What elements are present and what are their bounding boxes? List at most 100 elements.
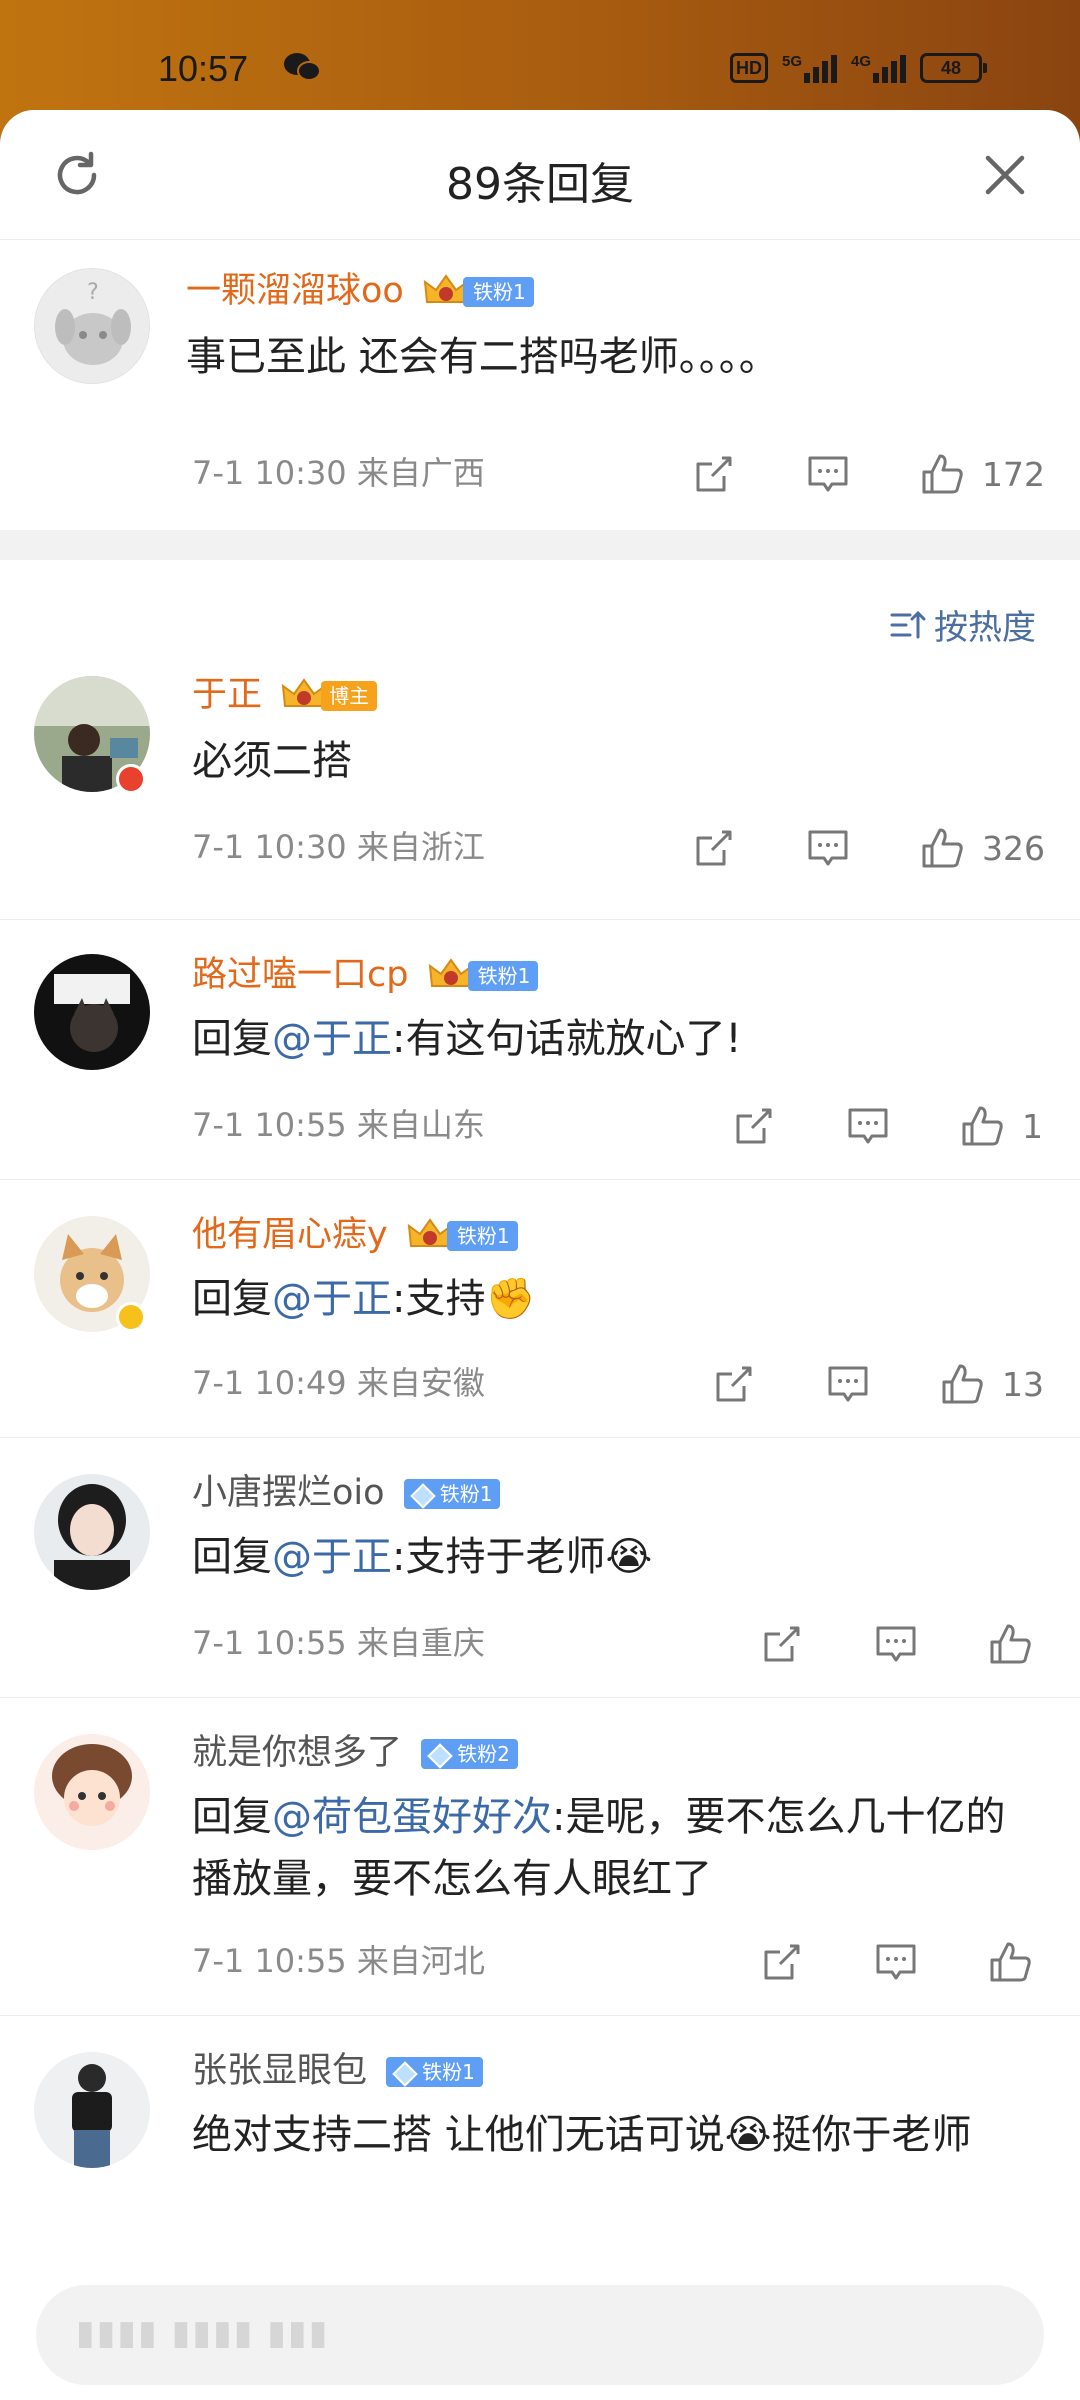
comment-icon[interactable] [846,1104,890,1148]
diamond-icon [392,2060,418,2087]
mention-link[interactable]: @于正 [272,1534,392,1580]
avatar[interactable]: ? [34,268,150,384]
signal-5g-icon: 5G [782,53,838,83]
comment-icon[interactable] [874,1622,918,1666]
replies-sheet: 89条回复 ? 一颗溜溜球oo 铁粉1 事已至此 还会有二搭吗老师。。。。 7-… [0,110,1080,2400]
share-icon[interactable] [692,452,736,496]
sheet-header: 89条回复 [0,110,1080,240]
like-icon[interactable] [988,1622,1032,1666]
hd-icon: HD [730,53,768,83]
share-icon[interactable] [692,826,736,870]
avatar[interactable] [34,2052,150,2168]
share-icon[interactable] [760,1940,804,1984]
like-count: 172 [982,454,1045,494]
like-icon[interactable] [920,826,964,870]
comment-username[interactable]: 张张显眼包 铁粉1 [192,2042,483,2093]
fan-badge: 铁粉1 [386,2057,483,2087]
crown-icon [428,958,473,987]
reply-input-placeholder: ▮▮▮▮ ▮▮▮▮ ▮▮▮ [76,2313,330,2353]
comment-actions: 172 [692,452,1045,496]
comment-icon[interactable] [826,1362,870,1406]
share-icon[interactable] [712,1362,756,1406]
mention-link[interactable]: @于正 [272,1276,392,1322]
avatar[interactable] [34,1734,150,1850]
diamond-icon [427,1742,453,1769]
comment-time: 7-1 10:30 [192,454,347,492]
comment-username[interactable]: 他有眉心痣y 铁粉1 [192,1206,518,1257]
share-icon[interactable] [732,1104,776,1148]
comment-meta: 7-1 10:55 来自山东 [192,1106,485,1144]
verified-icon [116,764,146,794]
page-title: 89条回复 [446,159,634,210]
comment-username[interactable]: 小唐摆烂oio 铁粉1 [192,1464,501,1515]
comment-username[interactable]: 于正 博主 [192,666,378,717]
status-time: 10:57 [158,48,249,89]
list-item: 路过嗑一口cp 铁粉1 回复@于正:有这句话就放心了! 7-1 10:55 来自… [0,920,1080,1180]
like-count: 326 [982,828,1045,868]
fan-badge: 铁粉1 [428,956,539,996]
wechat-icon [284,53,321,81]
fan-badge: 铁粉1 [407,1216,518,1256]
comment-meta: 7-1 10:55 来自重庆 [192,1624,485,1662]
comment-text: 回复@于正:有这句话就放心了! [192,1016,742,1062]
like-count: 1 [1022,1106,1043,1146]
comment-actions: 13 [712,1362,1044,1406]
status-icons: HD 5G 4G 48 [730,50,988,86]
avatar[interactable] [34,954,150,1070]
comment-icon[interactable] [806,826,850,870]
comment-text: 绝对支持二搭 让他们无话可说😭挺你于老师 [192,2112,972,2158]
root-comment: ? 一颗溜溜球oo 铁粉1 事已至此 还会有二搭吗老师。。。。 7-1 10:3… [0,240,1080,530]
comment-meta: 7-1 10:49 来自安徽 [192,1364,485,1402]
list-item: 小唐摆烂oio 铁粉1 回复@于正:支持于老师😭 7-1 10:55 来自重庆 [0,1438,1080,1698]
reply-input[interactable]: ▮▮▮▮ ▮▮▮▮ ▮▮▮ [36,2285,1044,2385]
default-avatar-icon: ? [35,269,149,383]
like-icon[interactable] [920,452,964,496]
sort-row: 按热度 [0,560,1080,660]
comment-text: 回复@荷包蛋好好次:是呢，要不怎么几十亿的播放量，要不怎么有人眼红了 [192,1794,1006,1902]
like-count: 13 [1002,1364,1044,1404]
comment-username[interactable]: 就是你想多了 铁粉2 [192,1724,518,1775]
sort-icon [890,610,926,638]
like-icon[interactable] [940,1362,984,1406]
fan-badge: 铁粉2 [421,1739,518,1769]
comment-actions: 326 [692,826,1045,870]
comment-text: 回复@于正:支持✊ [192,1276,536,1322]
comment-icon[interactable] [874,1940,918,1984]
comment-text: 必须二搭 [192,738,352,784]
sort-button[interactable]: 按热度 [890,600,1036,649]
share-icon[interactable] [760,1622,804,1666]
comment-location: 来自广西 [356,454,485,492]
comment-text: 事已至此 还会有二搭吗老师。。。。 [186,334,779,380]
comment-actions [760,1940,1032,1984]
comment-meta: 7-1 10:55 来自河北 [192,1942,485,1980]
comment-actions [760,1622,1032,1666]
comment-meta: 7-1 10:30 来自浙江 [192,828,485,866]
comment-icon[interactable] [806,452,850,496]
mention-link[interactable]: @荷包蛋好好次 [272,1794,552,1840]
like-icon[interactable] [960,1104,1004,1148]
diamond-icon [409,1482,436,1509]
comment-username[interactable]: 路过嗑一口cp 铁粉1 [192,946,539,997]
avatar[interactable] [34,1474,150,1590]
comment-text: 回复@于正:支持于老师😭 [192,1534,653,1580]
close-icon[interactable] [980,150,1030,200]
list-item: 他有眉心痣y 铁粉1 回复@于正:支持✊ 7-1 10:49 来自安徽 13 [0,1180,1080,1438]
list-item: 张张显眼包 铁粉1 绝对支持二搭 让他们无话可说😭挺你于老师 [0,2016,1080,2216]
mention-link[interactable]: @于正 [272,1016,392,1062]
comment-username[interactable]: 一颗溜溜球oo 铁粉1 [186,262,534,313]
fan-badge: 铁粉1 [423,272,534,312]
comment-actions: 1 [732,1104,1043,1148]
battery-icon: 48 [920,53,988,83]
verified-icon [116,1302,146,1332]
list-item: 就是你想多了 铁粉2 回复@荷包蛋好好次:是呢，要不怎么几十亿的播放量，要不怎么… [0,1698,1080,2016]
signal-4g-icon: 4G [851,53,907,83]
list-item: 于正 博主 必须二搭 7-1 10:30 来自浙江 326 [0,660,1080,920]
crown-icon [407,1218,453,1247]
status-bar: 10:57 HD 5G 4G 48 [0,0,1080,110]
fan-badge: 铁粉1 [403,1479,501,1509]
like-icon[interactable] [988,1940,1032,1984]
svg-text:?: ? [87,280,99,305]
comment-meta: 7-1 10:30 来自广西 [192,448,485,494]
host-badge: 博主 [281,676,378,716]
section-divider [0,530,1080,560]
